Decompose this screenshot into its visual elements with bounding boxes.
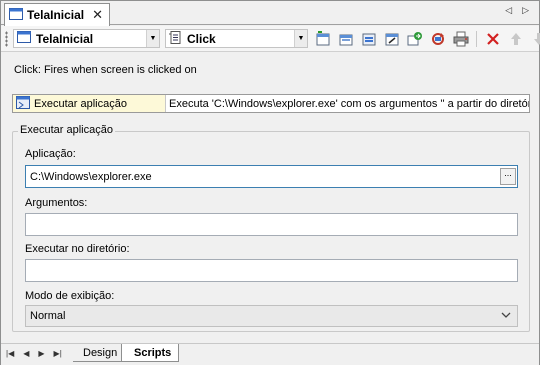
script-toolbar: TelaInicial ▼ Click ▼	[1, 26, 540, 52]
arguments-label: Argumentos:	[25, 197, 88, 209]
arguments-field[interactable]	[25, 213, 518, 236]
object-combo-value: TelaInicial	[36, 31, 94, 46]
application-value: C:\Windows\explorer.exe	[30, 170, 152, 183]
scroll-left-icon[interactable]: ◁	[505, 5, 512, 16]
first-sheet-icon[interactable]: |◀	[6, 349, 14, 358]
move-up-icon[interactable]	[507, 30, 524, 47]
tab-scripts[interactable]: Scripts	[121, 344, 179, 362]
refresh-icon[interactable]	[429, 30, 446, 47]
browse-button[interactable]: ...	[500, 168, 516, 185]
edit-action-icon[interactable]	[383, 30, 400, 47]
group-title: Executar aplicação	[18, 124, 115, 136]
sheet-tab-bar: |◀ ◀ ▶ ▶| Design Scripts	[1, 343, 539, 365]
delete-icon[interactable]	[484, 30, 501, 47]
print-icon[interactable]	[452, 30, 469, 47]
display-mode-label: Modo de exibição:	[25, 290, 115, 302]
move-down-icon[interactable]	[530, 30, 540, 47]
add-action-icon[interactable]	[337, 30, 354, 47]
action-row[interactable]: Executar aplicação	[13, 95, 166, 112]
event-combo[interactable]: Click ▼	[165, 29, 308, 48]
action-name: Executar aplicação	[34, 97, 127, 110]
window-icon	[9, 7, 23, 23]
display-mode-value: Normal	[30, 310, 66, 322]
display-mode-select[interactable]: Normal	[25, 305, 518, 327]
move-action-icon[interactable]	[406, 30, 423, 47]
last-sheet-icon[interactable]: ▶|	[54, 349, 62, 358]
toolbar-separator	[476, 30, 477, 47]
window-icon	[17, 31, 31, 46]
tab-design[interactable]: Design	[73, 344, 127, 362]
toolbar-grip[interactable]	[5, 31, 8, 47]
chevron-down-icon[interactable]: ▼	[294, 30, 307, 47]
run-application-icon	[16, 95, 30, 112]
event-combo-value: Click	[187, 31, 216, 46]
editor-window: TelaInicial ✕ ◁ ▷ TelaInicial ▼ Click ▼	[0, 0, 540, 365]
event-description: Click: Fires when screen is clicked on	[14, 64, 197, 76]
toolbar-actions	[314, 30, 540, 47]
event-list-icon	[169, 30, 182, 47]
insert-action-icon[interactable]	[360, 30, 377, 47]
next-sheet-icon[interactable]: ▶	[38, 349, 44, 358]
previous-sheet-icon[interactable]: ◀	[23, 349, 29, 358]
document-tab-strip: TelaInicial ✕ ◁ ▷	[1, 1, 539, 26]
workdir-label: Executar no diretório:	[25, 243, 130, 255]
action-description: Executa 'C:\Windows\explorer.exe' com os…	[169, 97, 529, 110]
close-tab-icon[interactable]: ✕	[92, 7, 103, 23]
application-field[interactable]: C:\Windows\explorer.exe ...	[25, 165, 518, 188]
application-label: Aplicação:	[25, 148, 76, 160]
document-tab[interactable]: TelaInicial ✕	[4, 3, 110, 26]
sheet-navigation: |◀ ◀ ▶ ▶|	[6, 349, 62, 358]
new-script-icon[interactable]	[314, 30, 331, 47]
scroll-right-icon[interactable]: ▷	[522, 5, 529, 16]
action-list: Executar aplicação Executa 'C:\Windows\e…	[12, 94, 530, 113]
workdir-field[interactable]	[25, 259, 518, 282]
object-combo[interactable]: TelaInicial ▼	[13, 29, 160, 48]
document-tab-label: TelaInicial	[27, 8, 85, 22]
chevron-down-icon[interactable]: ▼	[146, 30, 159, 47]
chevron-down-icon	[501, 310, 511, 322]
tab-scroll-arrows: ◁ ▷	[505, 5, 529, 16]
